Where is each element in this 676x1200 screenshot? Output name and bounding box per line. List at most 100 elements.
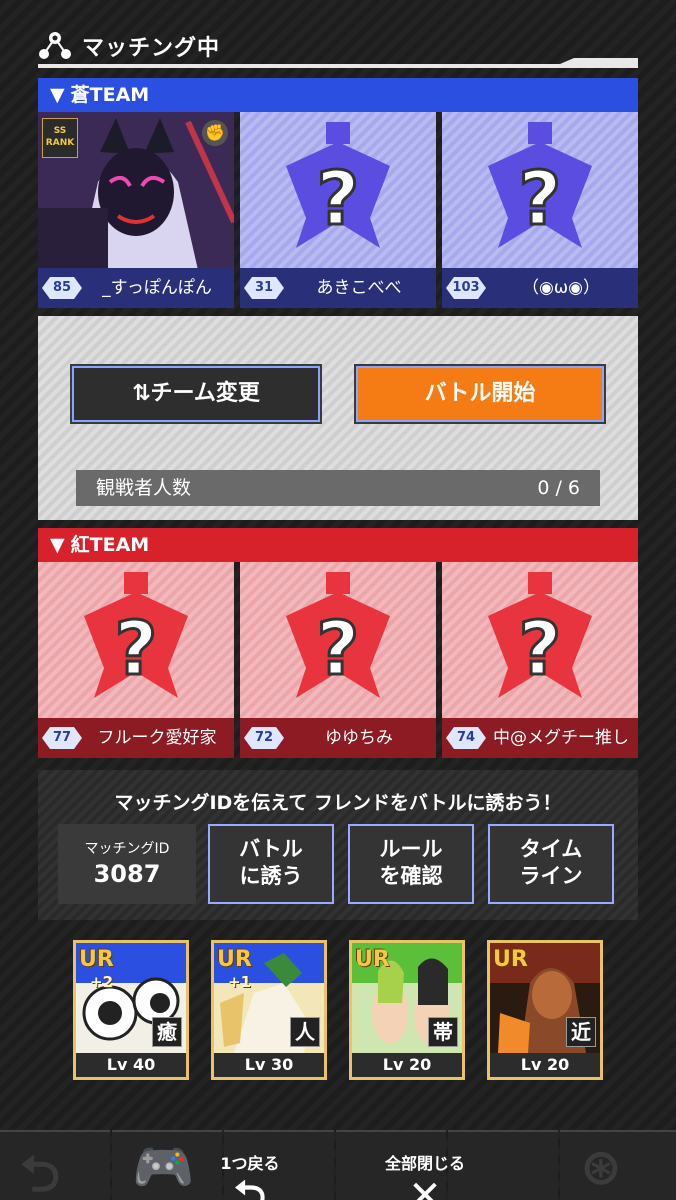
gamepad-icon: 🎮 [132, 1138, 195, 1196]
triangle-down-icon: ▼ [50, 534, 65, 556]
player-name: （◉ω◉） [522, 278, 600, 298]
unknown-player-icon: ? [488, 572, 592, 698]
change-team-button[interactable]: ⇅チーム変更 [70, 364, 322, 424]
player-slot[interactable]: ? 77 フルーク愛好家 [38, 562, 234, 758]
spectator-count-bar: 観戦者人数 0 / 6 [76, 470, 600, 506]
card-role: 近 [566, 1017, 596, 1047]
player-name-bar: 77 フルーク愛好家 [38, 718, 234, 758]
card-role: 帯 [428, 1017, 458, 1047]
unknown-player-icon: ? [488, 122, 592, 248]
rarity-label: UR [217, 947, 252, 972]
svg-text:?: ? [317, 156, 360, 242]
player-slot[interactable]: ? 72 ゆゆちみ [240, 562, 436, 758]
match-id-label: マッチングID [84, 841, 170, 857]
start-battle-button[interactable]: バトル開始 [354, 364, 606, 424]
unknown-player-icon: ? [286, 572, 390, 698]
player-level: 85 [42, 277, 82, 299]
card-level: Lv 20 [352, 1053, 462, 1077]
player-name: あきこべべ [316, 278, 402, 298]
player-level: 77 [42, 727, 82, 749]
close-all-label: 全部閉じる [384, 1154, 465, 1173]
invite-to-battle-button[interactable]: バトル に誘う [208, 824, 334, 904]
return-icon: ⮌ [20, 1145, 61, 1200]
card-level: Lv 20 [490, 1053, 600, 1077]
deck-card[interactable]: UR +2 癒 Lv 40 [73, 940, 189, 1080]
close-all-button[interactable]: 全部閉じる ✕ [370, 1150, 480, 1200]
player-name: 中@メグチー推し [493, 728, 629, 748]
triangle-down-icon: ▼ [50, 84, 65, 106]
player-slot[interactable]: SS RANK ✊ 85 _すっぽんぽん [38, 112, 234, 308]
friend-icon: ✊ [202, 120, 228, 146]
player-name-bar: 103 （◉ω◉） [442, 268, 638, 308]
player-level: 74 [446, 727, 486, 749]
page-title: マッチング中 [82, 36, 221, 61]
button-label-line2: に誘う [239, 864, 303, 888]
player-level: 31 [244, 277, 284, 299]
deck-card[interactable]: UR 帯 Lv 20 [349, 940, 465, 1080]
network-icon [39, 32, 71, 59]
match-control-panel: ⇅チーム変更 バトル開始 観戦者人数 0 / 6 [38, 316, 638, 520]
header-divider-accent [560, 58, 638, 64]
back-arrow-icon: ⮌ [233, 1173, 267, 1200]
check-rules-button[interactable]: ルール を確認 [348, 824, 474, 904]
player-name: ゆゆちみ [325, 728, 393, 748]
player-slot[interactable]: ? 74 中@メグチー推し [442, 562, 638, 758]
match-id-box: マッチングID 3087 [58, 824, 196, 904]
deck-card[interactable]: UR +1 人 Lv 30 [211, 940, 327, 1080]
red-team-header: ▼ 紅TEAM [38, 528, 638, 562]
svg-text:?: ? [519, 156, 562, 242]
close-icon: ✕ [408, 1173, 442, 1200]
button-label-line2: を確認 [379, 864, 443, 888]
nav-tile-shop[interactable]: ⊛ [560, 1130, 676, 1200]
button-label-line1: ルール [379, 837, 443, 861]
unknown-player-icon: ? [84, 572, 188, 698]
card-plus: +1 [228, 973, 252, 991]
back-label: 1つ戻る [220, 1154, 280, 1173]
card-role: 人 [290, 1017, 320, 1047]
player-level: 72 [244, 727, 284, 749]
nav-tile-home[interactable]: ⮌ [0, 1130, 110, 1200]
player-level: 103 [446, 277, 486, 299]
timeline-button[interactable]: タイム ライン [488, 824, 614, 904]
match-id-value: 3087 [93, 860, 161, 888]
invite-panel: マッチングIDを伝えて フレンドをバトルに誘おう！ マッチングID 3087 バ… [38, 770, 638, 920]
unknown-player-icon: ? [286, 122, 390, 248]
svg-text:?: ? [519, 606, 562, 692]
spectator-label: 観戦者人数 [96, 477, 192, 499]
player-name: フルーク愛好家 [97, 728, 217, 748]
header: マッチング中 [0, 0, 676, 74]
button-label-line1: バトル [239, 837, 303, 861]
invite-message: マッチングIDを伝えて フレンドをバトルに誘おう！ [114, 792, 562, 814]
player-slot[interactable]: ? 103 （◉ω◉） [442, 112, 638, 308]
red-team-label: 紅TEAM [70, 534, 150, 556]
deck-card[interactable]: UR 近 Lv 20 [487, 940, 603, 1080]
player-name-bar: 74 中@メグチー推し [442, 718, 638, 758]
rarity-label: UR [355, 947, 390, 972]
svg-text:?: ? [317, 606, 360, 692]
player-name-bar: 85 _すっぽんぽん [38, 268, 234, 308]
rarity-label: UR [493, 947, 528, 972]
player-name-bar: 72 ゆゆちみ [240, 718, 436, 758]
card-level: Lv 40 [76, 1053, 186, 1077]
header-divider [38, 64, 638, 68]
blue-team-header: ▼ 蒼TEAM [38, 78, 638, 112]
bottom-nav: ⮌ 🎮 ⊛ [0, 1130, 676, 1200]
shop-icon: ⊛ [580, 1138, 622, 1196]
rank-badge: SS RANK [42, 118, 78, 158]
back-button[interactable]: 1つ戻る ⮌ [200, 1150, 300, 1200]
card-plus: +2 [90, 973, 114, 991]
card-role: 癒 [152, 1017, 182, 1047]
card-level: Lv 30 [214, 1053, 324, 1077]
player-slot[interactable]: ? 31 あきこべべ [240, 112, 436, 308]
button-label-line1: タイム [519, 837, 583, 861]
player-name: _すっぽんぽん [102, 278, 212, 298]
svg-text:?: ? [115, 606, 158, 692]
red-team-slots: ? 77 フルーク愛好家 ? 72 ゆゆちみ ? 74 中@メグチー推し [38, 562, 638, 758]
rarity-label: UR [79, 947, 114, 972]
blue-team-slots: SS RANK ✊ 85 _すっぽんぽん ? 31 あきこべべ ? 103 （◉… [38, 112, 638, 308]
spectator-count: 0 / 6 [537, 477, 580, 499]
button-label-line2: ライン [519, 864, 583, 888]
player-name-bar: 31 あきこべべ [240, 268, 436, 308]
rank-badge-text: SS RANK [45, 126, 75, 148]
blue-team-label: 蒼TEAM [70, 84, 150, 106]
